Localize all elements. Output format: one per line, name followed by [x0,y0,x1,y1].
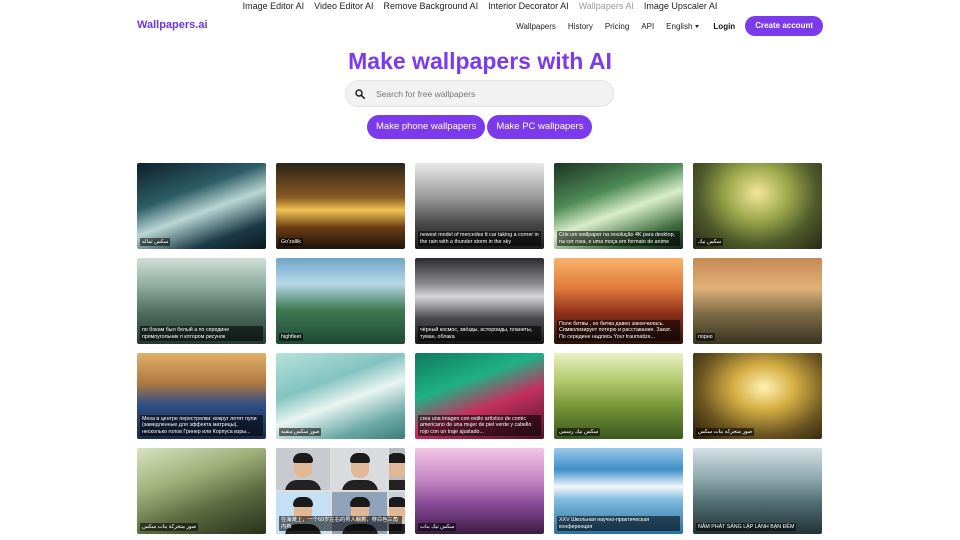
wallpaper-card[interactable]: Mesa в центре перестрелки: вокруг летят … [137,353,266,439]
product-link[interactable]: Wallpapers AI [579,0,634,12]
wallpaper-card[interactable]: 在海滩上，一个60岁左右的男人躺着，穿白色三角内裤 [276,448,405,534]
product-link[interactable]: Image Upscaler AI [644,0,718,12]
wallpaper-caption: Mesa в центре перестрелки: вокруг летят … [140,415,263,436]
portrait-photo [332,448,387,490]
search-input[interactable] [376,86,606,102]
wallpaper-caption: newest model of mercedes tt car taking a… [418,231,541,246]
wallpaper-caption: Go'zallik [279,237,303,246]
wallpaper-grid: سكس ثماله Go'zallik newest model of merced… [137,163,822,534]
wallpaper-caption: سكس ثماله [140,237,171,246]
nav-pricing[interactable]: Pricing [605,22,629,31]
wallpaper-card[interactable]: Поле битвы , но битва давно закончилась.… [554,258,683,344]
search-bar[interactable] [345,80,614,107]
portrait-photo [388,448,405,490]
wallpaper-caption: XXV Школьная научно-практическая конфере… [557,516,680,531]
wallpaper-caption: NĂM PHÁT SÁNG LẬP LÀNH BẠN ĐÊM [696,522,797,531]
site-header: Wallpapers.ai Wallpapers History Pricing… [137,16,823,36]
wallpaper-caption: Crie um wallpaper na resolução 4K para d… [557,231,680,246]
wallpaper-caption: سكس نيك رسمى [557,427,601,436]
wallpaper-card[interactable]: Go'zallik [276,163,405,249]
nav-api[interactable]: API [641,22,654,31]
product-link[interactable]: Interior Decorator AI [488,0,569,12]
main-nav: Wallpapers History Pricing API English L… [516,16,823,36]
wallpaper-caption: highfleet [279,332,304,341]
product-link[interactable]: Video Editor AI [314,0,373,12]
wallpaper-card[interactable]: чёрный космос, звёзды, астероиды, планет… [415,258,544,344]
search-icon [355,89,365,99]
wallpaper-caption: по бокам был белый а по середине прямоуг… [140,326,263,341]
wallpaper-card[interactable]: highfleet [276,258,405,344]
wallpaper-card[interactable]: порно [693,258,822,344]
product-link[interactable]: Image Editor AI [243,0,305,12]
chevron-down-icon [695,24,700,28]
wallpaper-card[interactable]: سكس نيك بنات [415,448,544,534]
wallpaper-card[interactable]: newest model of mercedes tt car taking a… [415,163,544,249]
make-pc-wallpapers-button[interactable]: Make PC wallpapers [487,115,593,139]
portrait-photo [276,448,331,490]
wallpaper-caption: سكس نيك [696,237,724,246]
wallpaper-card[interactable]: سكس ثماله [137,163,266,249]
language-selector[interactable]: English [666,21,700,31]
wallpaper-card[interactable]: صور متحركه بنات سكس [693,353,822,439]
product-switcher: Image Editor AI Video Editor AI Remove Bac… [0,0,960,12]
wallpaper-caption: 在海滩上，一个60岁左右的男人躺着，穿白色三角内裤 [279,516,402,531]
wallpaper-card[interactable]: سكس نيك [693,163,822,249]
wallpaper-caption: صور متحركة بنات سكس [140,522,199,531]
wallpaper-caption: порно [696,332,715,341]
cta-group: Make phone wallpapers Make PC wallpapers [367,115,593,139]
make-phone-wallpapers-button[interactable]: Make phone wallpapers [367,115,486,139]
nav-history[interactable]: History [568,22,593,31]
nav-wallpapers[interactable]: Wallpapers [516,22,556,31]
logo[interactable]: Wallpapers.ai [137,19,208,31]
login-link[interactable]: Login [713,22,735,31]
language-label: English [666,21,693,31]
product-link[interactable]: Remove Background AI [384,0,479,12]
wallpaper-card[interactable]: سكس نيك رسمى [554,353,683,439]
wallpaper-caption: صور متحركه بنات سكس [696,427,755,436]
wallpaper-card[interactable]: صور متحركة بنات سكس [137,448,266,534]
wallpaper-caption: Поле битвы , но битва давно закончилась.… [557,320,680,341]
wallpaper-card[interactable]: crea una imagen con estilo artístico de … [415,353,544,439]
wallpaper-card[interactable]: XXV Школьная научно-практическая конфере… [554,448,683,534]
wallpaper-caption: سكس نيك بنات [418,522,457,531]
create-account-button[interactable]: Create account [745,16,823,36]
wallpaper-card[interactable]: NĂM PHÁT SÁNG LẬP LÀNH BẠN ĐÊM [693,448,822,534]
page-title: Make wallpapers with AI [348,48,612,74]
wallpaper-caption: crea una imagen con estilo artístico de … [418,415,541,436]
wallpaper-caption: чёрный космос, звёзды, астероиды, планет… [418,326,541,341]
wallpaper-card[interactable]: Crie um wallpaper na resolução 4K para d… [554,163,683,249]
wallpaper-card[interactable]: صور سكس منقبه [276,353,405,439]
wallpaper-card[interactable]: по бокам был белый а по середине прямоуг… [137,258,266,344]
wallpaper-caption: صور سكس منقبه [279,427,322,436]
